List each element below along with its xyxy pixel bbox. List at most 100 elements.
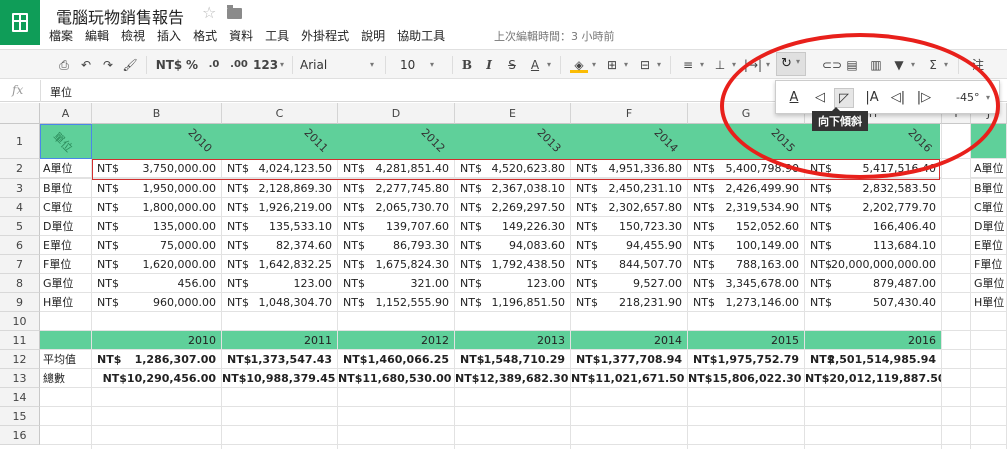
rotation-none-button[interactable]: A <box>784 88 804 108</box>
font-family-select[interactable]: Arial ▾ <box>300 56 380 74</box>
selected-cell-a1[interactable] <box>40 124 92 159</box>
value-cell[interactable]: NT$ 94,083.60 <box>455 236 571 255</box>
value-cell[interactable]: NT$ 150,723.30 <box>571 217 688 236</box>
rotate-up-button[interactable]: ◁| <box>888 88 908 108</box>
value-cell[interactable]: NT$ 2,450,231.10 <box>571 179 688 198</box>
row-header-12[interactable]: 12 <box>0 350 40 369</box>
j-column-label[interactable]: F單位 <box>971 255 1007 274</box>
j-column-label[interactable]: A單位 <box>971 159 1007 178</box>
value-cell[interactable]: NT$ 1,196,851.50 <box>455 293 571 312</box>
row-label[interactable]: F單位 <box>40 255 92 274</box>
column-header-b[interactable]: B <box>92 103 222 124</box>
average-cell[interactable]: NT$ 1,460,066.25 <box>338 350 455 369</box>
value-cell[interactable]: NT$ 166,406.40 <box>805 217 942 236</box>
row-header-11[interactable]: 11 <box>0 331 40 350</box>
total-cell[interactable]: NT$15,806,022.30 <box>688 369 805 388</box>
value-cell[interactable]: NT$ 149,226.30 <box>455 217 571 236</box>
row-label[interactable]: H單位 <box>40 293 92 312</box>
chevron-down-icon[interactable]: ▾ <box>545 57 553 73</box>
value-cell[interactable]: NT$ 152,052.60 <box>688 217 805 236</box>
value-cell[interactable]: NT$ 507,430.40 <box>805 293 942 312</box>
total-cell[interactable]: NT$10,988,379.45 <box>222 369 338 388</box>
chevron-down-icon[interactable]: ▾ <box>278 57 286 73</box>
row-header-9[interactable]: 9 <box>0 293 40 312</box>
total-cell[interactable]: NT$12,389,682.30 <box>455 369 571 388</box>
total-label[interactable]: 總數 <box>40 369 92 388</box>
value-cell[interactable]: NT$ 94,455.90 <box>571 236 688 255</box>
value-cell[interactable]: NT$ 9,527.00 <box>571 274 688 293</box>
print-icon[interactable]: ⎙ <box>56 57 72 73</box>
row-header-8[interactable]: 8 <box>0 274 40 293</box>
formula-input[interactable]: 單位 <box>50 84 72 100</box>
select-all-corner[interactable] <box>0 103 40 124</box>
borders-icon[interactable]: ⊞ <box>604 57 620 73</box>
value-cell[interactable]: NT$ 2,302,657.80 <box>571 198 688 217</box>
menu-help[interactable]: 說明 <box>361 27 385 43</box>
average-cell[interactable]: NT$ 1,975,752.79 <box>688 350 805 369</box>
menu-view[interactable]: 檢視 <box>121 27 145 43</box>
column-header-d[interactable]: D <box>338 103 455 124</box>
menu-data[interactable]: 資料 <box>229 27 253 43</box>
chevron-down-icon[interactable]: ▾ <box>655 57 663 73</box>
menu-edit[interactable]: 編輯 <box>85 27 109 43</box>
vertical-align-icon[interactable]: ⊥ <box>712 57 728 73</box>
row-header-5[interactable]: 5 <box>0 217 40 236</box>
chevron-down-icon[interactable]: ▾ <box>942 57 950 73</box>
value-cell[interactable]: NT$ 135,533.10 <box>222 217 338 236</box>
value-cell[interactable]: NT$ 456.00 <box>92 274 222 293</box>
j-column-label[interactable]: E單位 <box>971 236 1007 255</box>
average-cell[interactable]: NT$ 1,286,307.00 <box>92 350 222 369</box>
filter-icon[interactable]: ▼ <box>891 57 907 73</box>
value-cell[interactable]: NT$ 321.00 <box>338 274 455 293</box>
merge-cells-icon[interactable]: ⊟ <box>637 57 653 73</box>
row-header-10[interactable]: 10 <box>0 312 40 331</box>
row-label[interactable]: E單位 <box>40 236 92 255</box>
value-cell[interactable]: NT$ 2,367,038.10 <box>455 179 571 198</box>
value-cell[interactable]: NT$ 960,000.00 <box>92 293 222 312</box>
undo-icon[interactable]: ↶ <box>78 57 94 73</box>
value-cell[interactable]: NT$ 123.00 <box>455 274 571 293</box>
row-label[interactable]: A單位 <box>40 159 92 178</box>
value-cell[interactable]: NT$ 844,507.70 <box>571 255 688 274</box>
value-cell[interactable]: NT$ 218,231.90 <box>571 293 688 312</box>
j-column-label[interactable]: G單位 <box>971 274 1007 293</box>
row-label[interactable]: C單位 <box>40 198 92 217</box>
value-cell[interactable]: NT$ 1,926,219.00 <box>222 198 338 217</box>
total-cell[interactable]: NT$11,021,671.50 <box>571 369 688 388</box>
value-cell[interactable]: NT$ 1,800,000.00 <box>92 198 222 217</box>
fill-color-icon[interactable]: ◈ <box>570 57 588 73</box>
summary-year[interactable]: 2015 <box>688 331 805 350</box>
summary-header-blank[interactable] <box>40 331 92 350</box>
menu-accessibility[interactable]: 協助工具 <box>397 27 445 43</box>
row-header-14[interactable]: 14 <box>0 388 40 407</box>
value-cell[interactable]: NT$ 2,319,534.90 <box>688 198 805 217</box>
sheets-logo[interactable] <box>0 0 40 45</box>
value-cell[interactable]: NT$ 20,000,000,000.00 <box>805 255 942 274</box>
menu-tools[interactable]: 工具 <box>265 27 289 43</box>
menu-format[interactable]: 格式 <box>193 27 217 43</box>
column-header-a[interactable]: A <box>40 103 92 124</box>
j-column-label[interactable]: D單位 <box>971 217 1007 236</box>
summary-year[interactable]: 2016 <box>805 331 942 350</box>
row-label[interactable]: G單位 <box>40 274 92 293</box>
tilt-up-button[interactable]: ◁ <box>810 88 830 108</box>
menu-file[interactable]: 檔案 <box>49 27 73 43</box>
value-cell[interactable]: NT$ 1,152,555.90 <box>338 293 455 312</box>
j-column-label[interactable]: H單位 <box>971 293 1007 312</box>
decrease-decimal-button[interactable]: .0 <box>204 57 224 73</box>
summary-year[interactable]: 2011 <box>222 331 338 350</box>
summary-year[interactable]: 2010 <box>92 331 222 350</box>
row-label[interactable]: B單位 <box>40 179 92 198</box>
value-cell[interactable]: NT$ 2,426,499.90 <box>688 179 805 198</box>
text-color-button[interactable]: A <box>528 57 542 73</box>
value-cell[interactable]: NT$ 135,000.00 <box>92 217 222 236</box>
value-cell[interactable]: NT$ 1,792,438.50 <box>455 255 571 274</box>
paint-format-icon[interactable]: 🖌 <box>122 57 138 73</box>
total-cell[interactable]: NT$10,290,456.00 <box>92 369 222 388</box>
menu-insert[interactable]: 插入 <box>157 27 181 43</box>
average-cell[interactable]: NT$ 1,377,708.94 <box>571 350 688 369</box>
chevron-down-icon[interactable]: ▾ <box>698 57 706 73</box>
value-cell[interactable]: NT$ 100,149.00 <box>688 236 805 255</box>
folder-icon[interactable] <box>227 5 242 19</box>
chevron-down-icon[interactable]: ▾ <box>622 57 630 73</box>
